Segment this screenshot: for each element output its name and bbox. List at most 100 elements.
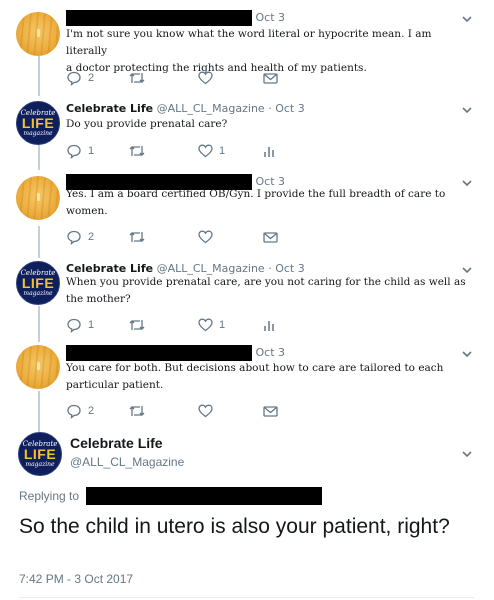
chevron-down-icon[interactable] [460, 12, 474, 26]
logo-text: LIFE [21, 115, 55, 131]
tweet-header: Celebrate Life @ALL_CL_Magazine · Oct 3 [66, 101, 305, 117]
analytics-button[interactable] [263, 143, 275, 159]
thread-line [38, 226, 40, 258]
tweet-text: Do you provide prenatal care? [66, 116, 466, 133]
retweet-icon [129, 232, 145, 242]
avatar[interactable]: Celebrate LIFE magazine [16, 101, 60, 145]
tweet-text-line: the mother? [66, 293, 131, 305]
redacted-author [66, 10, 252, 26]
like-button[interactable] [198, 403, 219, 419]
reply-button[interactable]: 1 [66, 143, 94, 159]
retweet-button[interactable] [128, 143, 152, 159]
replying-to: Replying to [19, 487, 323, 505]
avatar[interactable] [16, 345, 60, 389]
like-button[interactable]: 1 [198, 317, 225, 333]
reply-icon [67, 230, 81, 245]
chevron-down-icon[interactable] [460, 447, 474, 461]
logo-text: LIFE [21, 275, 55, 291]
tweet-header: Oct 3 [66, 345, 285, 361]
reply-count: 2 [88, 72, 95, 84]
retweet-button[interactable] [128, 229, 152, 245]
tweet-date[interactable]: Oct 3 [256, 11, 286, 24]
heart-icon [198, 71, 213, 85]
tweet-text-line: Yes. I am a board certified OB/Gyn. I pr… [66, 188, 446, 200]
replying-to-label: Replying to [19, 489, 80, 503]
message-button[interactable] [263, 403, 278, 419]
tweet-text-line: I'm not sure you know what the word lite… [66, 28, 432, 57]
reply-count: 1 [88, 145, 95, 157]
tweet-text-line: When you provide prenatal care, are you … [66, 276, 466, 288]
mail-icon [263, 231, 278, 243]
avatar[interactable] [16, 176, 60, 220]
retweet-icon [129, 146, 145, 156]
reply-icon [67, 71, 81, 86]
mail-icon [263, 72, 278, 84]
retweet-icon [129, 73, 145, 83]
logo-text: magazine [23, 290, 53, 297]
tweet-text-line: You care for both. But decisions about h… [66, 362, 444, 374]
avatar[interactable]: Celebrate LIFE magazine [16, 261, 60, 305]
reply-count: 1 [88, 319, 95, 331]
reply-icon [67, 318, 81, 333]
reply-button[interactable]: 2 [66, 70, 94, 86]
analytics-icon [264, 320, 274, 331]
main-tweet-header: Celebrate LIFE magazine Celebrate Life @… [0, 432, 494, 476]
tweet-date[interactable]: Oct 3 [275, 102, 305, 115]
reply-count: 2 [88, 231, 95, 243]
tweet-timestamp[interactable]: 7:42 PM - 3 Oct 2017 [19, 572, 133, 586]
retweet-button[interactable] [128, 70, 152, 86]
author-handle[interactable]: @ALL_CL_Magazine [70, 455, 184, 469]
analytics-icon [264, 146, 274, 157]
main-tweet-text: So the child in utero is also your patie… [19, 515, 450, 538]
logo-text: magazine [23, 130, 53, 137]
tweet-text: When you provide prenatal care, are you … [66, 274, 466, 308]
reply-icon [67, 144, 81, 159]
like-button[interactable] [198, 70, 219, 86]
reply-count: 2 [88, 405, 95, 417]
tweet-text: Yes. I am a board certified OB/Gyn. I pr… [66, 186, 466, 220]
reply-button[interactable]: 2 [66, 229, 94, 245]
reply-icon [67, 404, 81, 419]
like-button[interactable]: 1 [198, 143, 225, 159]
tweet-actions: 1 1 [66, 143, 276, 159]
reply-button[interactable]: 2 [66, 403, 94, 419]
retweet-button[interactable] [128, 317, 152, 333]
author-name[interactable]: Celebrate Life [70, 435, 163, 451]
tweet-header: Oct 3 [66, 10, 285, 26]
like-button[interactable] [198, 229, 219, 245]
message-button[interactable] [263, 70, 278, 86]
avatar[interactable]: Celebrate LIFE magazine [18, 432, 62, 476]
tweet-actions: 2 [66, 70, 278, 86]
chevron-down-icon[interactable] [460, 347, 474, 361]
separator: · [268, 102, 272, 115]
thread-line [38, 56, 40, 96]
divider [19, 597, 474, 598]
retweet-button[interactable] [128, 403, 152, 419]
tweet-text-line: particular patient. [66, 379, 164, 391]
tweet-actions: 2 [66, 403, 278, 419]
author-name[interactable]: Celebrate Life [66, 102, 153, 115]
tweet-text-line: Do you provide prenatal care? [66, 118, 228, 130]
logo-text: magazine [25, 461, 55, 468]
retweet-icon [129, 406, 145, 416]
redacted-recipient [86, 487, 323, 505]
like-count: 1 [219, 145, 226, 157]
mail-icon [263, 405, 278, 417]
logo-text: LIFE [23, 446, 57, 462]
heart-icon [198, 318, 213, 332]
analytics-button[interactable] [263, 317, 275, 333]
reply-button[interactable]: 1 [66, 317, 94, 333]
tweet-actions: 2 [66, 229, 278, 245]
like-count: 1 [219, 319, 226, 331]
heart-icon [198, 230, 213, 244]
tweet-date[interactable]: Oct 3 [256, 346, 286, 359]
redacted-author [66, 345, 252, 361]
author-handle[interactable]: @ALL_CL_Magazine [157, 102, 265, 115]
chevron-down-icon[interactable] [460, 103, 474, 117]
heart-icon [198, 404, 213, 418]
avatar[interactable] [16, 12, 60, 56]
tweet-text: You care for both. But decisions about h… [66, 360, 466, 394]
tweet-text-line: women. [66, 205, 108, 217]
message-button[interactable] [263, 229, 278, 245]
heart-icon [198, 144, 213, 158]
